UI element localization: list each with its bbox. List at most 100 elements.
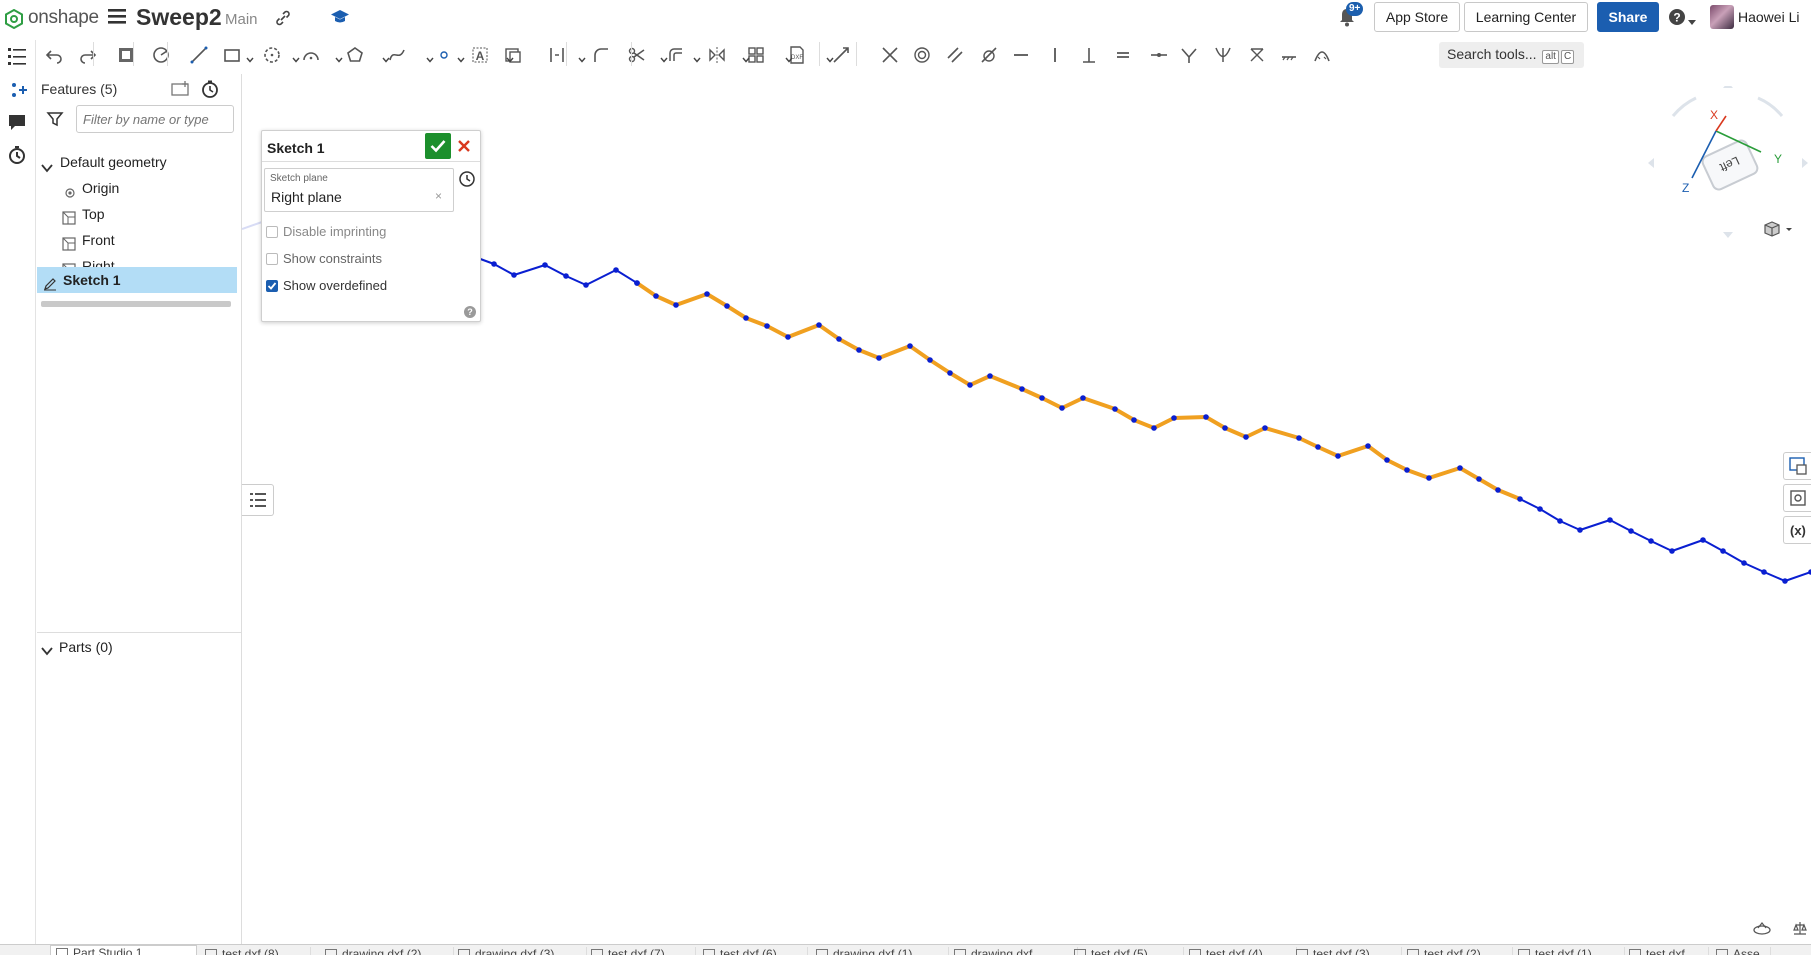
chevron-down-icon[interactable] bbox=[1688, 13, 1696, 31]
sketch-point[interactable] bbox=[1171, 415, 1177, 421]
sketch-point[interactable] bbox=[1648, 538, 1654, 544]
sketch-point[interactable] bbox=[1495, 487, 1501, 493]
chevron-down-icon[interactable] bbox=[693, 51, 701, 63]
sketch-point[interactable] bbox=[1720, 548, 1726, 554]
sketch-point[interactable] bbox=[1537, 506, 1543, 512]
sketch-point[interactable] bbox=[1741, 560, 1747, 566]
insert-feature-icon[interactable] bbox=[6, 79, 28, 101]
chevron-down-icon[interactable] bbox=[41, 641, 53, 663]
tab-file[interactable]: test.dxf (3) bbox=[1291, 947, 1402, 955]
sketch-point[interactable] bbox=[876, 355, 882, 361]
tree-item-front[interactable]: Front bbox=[37, 227, 237, 253]
filter-icon[interactable] bbox=[46, 110, 64, 133]
sketch-point[interactable] bbox=[967, 382, 973, 388]
fillet-icon[interactable] bbox=[590, 44, 612, 66]
chevron-down-icon[interactable] bbox=[457, 51, 465, 63]
help-icon[interactable]: ? bbox=[464, 306, 476, 318]
sketch-point[interactable] bbox=[987, 373, 993, 379]
learning-center-button[interactable]: Learning Center bbox=[1464, 2, 1588, 32]
rectangle-icon[interactable] bbox=[221, 44, 243, 66]
clock-icon[interactable] bbox=[458, 170, 476, 193]
sketch-point[interactable] bbox=[1112, 406, 1118, 412]
sketch-point[interactable] bbox=[1203, 414, 1209, 420]
equal-icon[interactable] bbox=[1112, 44, 1134, 66]
appearance-panel-icon[interactable] bbox=[1783, 452, 1811, 480]
sketch-point[interactable] bbox=[1296, 435, 1302, 441]
midpoint-icon[interactable] bbox=[1148, 44, 1170, 66]
link-icon[interactable] bbox=[274, 9, 292, 32]
arc-icon[interactable] bbox=[300, 44, 322, 66]
line-icon[interactable] bbox=[188, 44, 210, 66]
sketch-point[interactable] bbox=[634, 280, 640, 286]
sketch-point[interactable] bbox=[1384, 457, 1390, 463]
text-icon[interactable]: A bbox=[469, 44, 491, 66]
fix-icon[interactable] bbox=[1278, 44, 1300, 66]
tab-file[interactable]: drawing.dxf (1) bbox=[811, 947, 949, 955]
tab-file[interactable]: drawing.dxf (3) bbox=[453, 947, 587, 955]
comments-icon[interactable] bbox=[6, 111, 28, 133]
checkbox-box[interactable] bbox=[266, 226, 278, 238]
sketch-point[interactable] bbox=[1700, 537, 1706, 543]
sketch-point[interactable] bbox=[1607, 517, 1613, 523]
point-icon[interactable] bbox=[433, 44, 455, 66]
sketch-point[interactable] bbox=[836, 336, 842, 342]
chevron-down-icon[interactable] bbox=[506, 51, 514, 63]
branch-label[interactable]: Main bbox=[225, 11, 258, 28]
user-name[interactable]: Haowei Li bbox=[1738, 9, 1799, 25]
sketch-point[interactable] bbox=[1365, 443, 1371, 449]
chevron-down-icon[interactable] bbox=[292, 51, 300, 63]
chevron-down-icon[interactable] bbox=[660, 51, 668, 63]
cancel-button[interactable] bbox=[456, 138, 472, 154]
sketch-point[interactable] bbox=[511, 272, 517, 278]
sketch-point[interactable] bbox=[816, 322, 822, 328]
version-history-icon[interactable] bbox=[6, 144, 28, 166]
sketch-point[interactable] bbox=[764, 323, 770, 329]
sketch-point[interactable] bbox=[1335, 453, 1341, 459]
chevron-down-icon[interactable] bbox=[246, 51, 254, 63]
tree-item-top[interactable]: Top bbox=[37, 201, 237, 227]
tab-file[interactable]: Asse... bbox=[1711, 947, 1771, 955]
variable-icon[interactable] bbox=[150, 44, 172, 66]
share-button[interactable]: Share bbox=[1597, 2, 1659, 32]
sketch-point[interactable] bbox=[563, 273, 569, 279]
sketch-point[interactable] bbox=[1557, 518, 1563, 524]
sketch-point[interactable] bbox=[785, 334, 791, 340]
sketch-curve-right[interactable] bbox=[1519, 498, 1811, 582]
feature-filter-input[interactable] bbox=[76, 105, 234, 133]
app-store-button[interactable]: App Store bbox=[1374, 2, 1460, 32]
sketch-point[interactable] bbox=[673, 302, 679, 308]
horizontal-icon[interactable] bbox=[1010, 44, 1032, 66]
offset-icon[interactable] bbox=[665, 44, 687, 66]
sketch-point[interactable] bbox=[1577, 527, 1583, 533]
tab-file[interactable]: drawing.dxf (2) bbox=[320, 947, 454, 955]
sketch-point[interactable] bbox=[1426, 475, 1432, 481]
parallel-icon[interactable] bbox=[944, 44, 966, 66]
mirror-icon[interactable] bbox=[706, 44, 728, 66]
tab-file[interactable]: test.dxf (7) bbox=[586, 947, 696, 955]
sketch-point[interactable] bbox=[1080, 395, 1086, 401]
trim-icon[interactable] bbox=[626, 44, 648, 66]
tree-item-default-geometry[interactable]: Default geometry bbox=[37, 149, 237, 175]
sketch-point[interactable] bbox=[907, 343, 913, 349]
sketch-point[interactable] bbox=[1039, 395, 1045, 401]
tab-part-studio[interactable]: Part Studio 1 bbox=[50, 945, 197, 955]
checkbox-box[interactable] bbox=[266, 253, 278, 265]
sketch-point[interactable] bbox=[491, 261, 497, 267]
tree-item-origin[interactable]: Origin bbox=[37, 175, 237, 201]
tab-file[interactable]: test.dxf (4) bbox=[1184, 947, 1297, 955]
sketch-point[interactable] bbox=[1222, 425, 1228, 431]
variables-panel-icon[interactable]: (x) bbox=[1783, 516, 1811, 544]
normal-icon[interactable] bbox=[1178, 44, 1200, 66]
vertical-icon[interactable] bbox=[1044, 44, 1066, 66]
help-icon[interactable]: ? bbox=[1668, 8, 1686, 31]
pierce-icon[interactable] bbox=[1212, 44, 1234, 66]
clear-selection-icon[interactable]: × bbox=[435, 189, 442, 203]
list-toggle-button[interactable] bbox=[242, 484, 274, 516]
sketch-point[interactable] bbox=[1151, 425, 1157, 431]
tab-file[interactable]: test.dxf (5) bbox=[1069, 947, 1184, 955]
sketch-point[interactable] bbox=[927, 357, 933, 363]
sketch-point[interactable] bbox=[856, 347, 862, 353]
sketch-point[interactable] bbox=[743, 315, 749, 321]
rollback-bar[interactable] bbox=[41, 301, 231, 307]
stopwatch-icon[interactable] bbox=[201, 80, 219, 103]
